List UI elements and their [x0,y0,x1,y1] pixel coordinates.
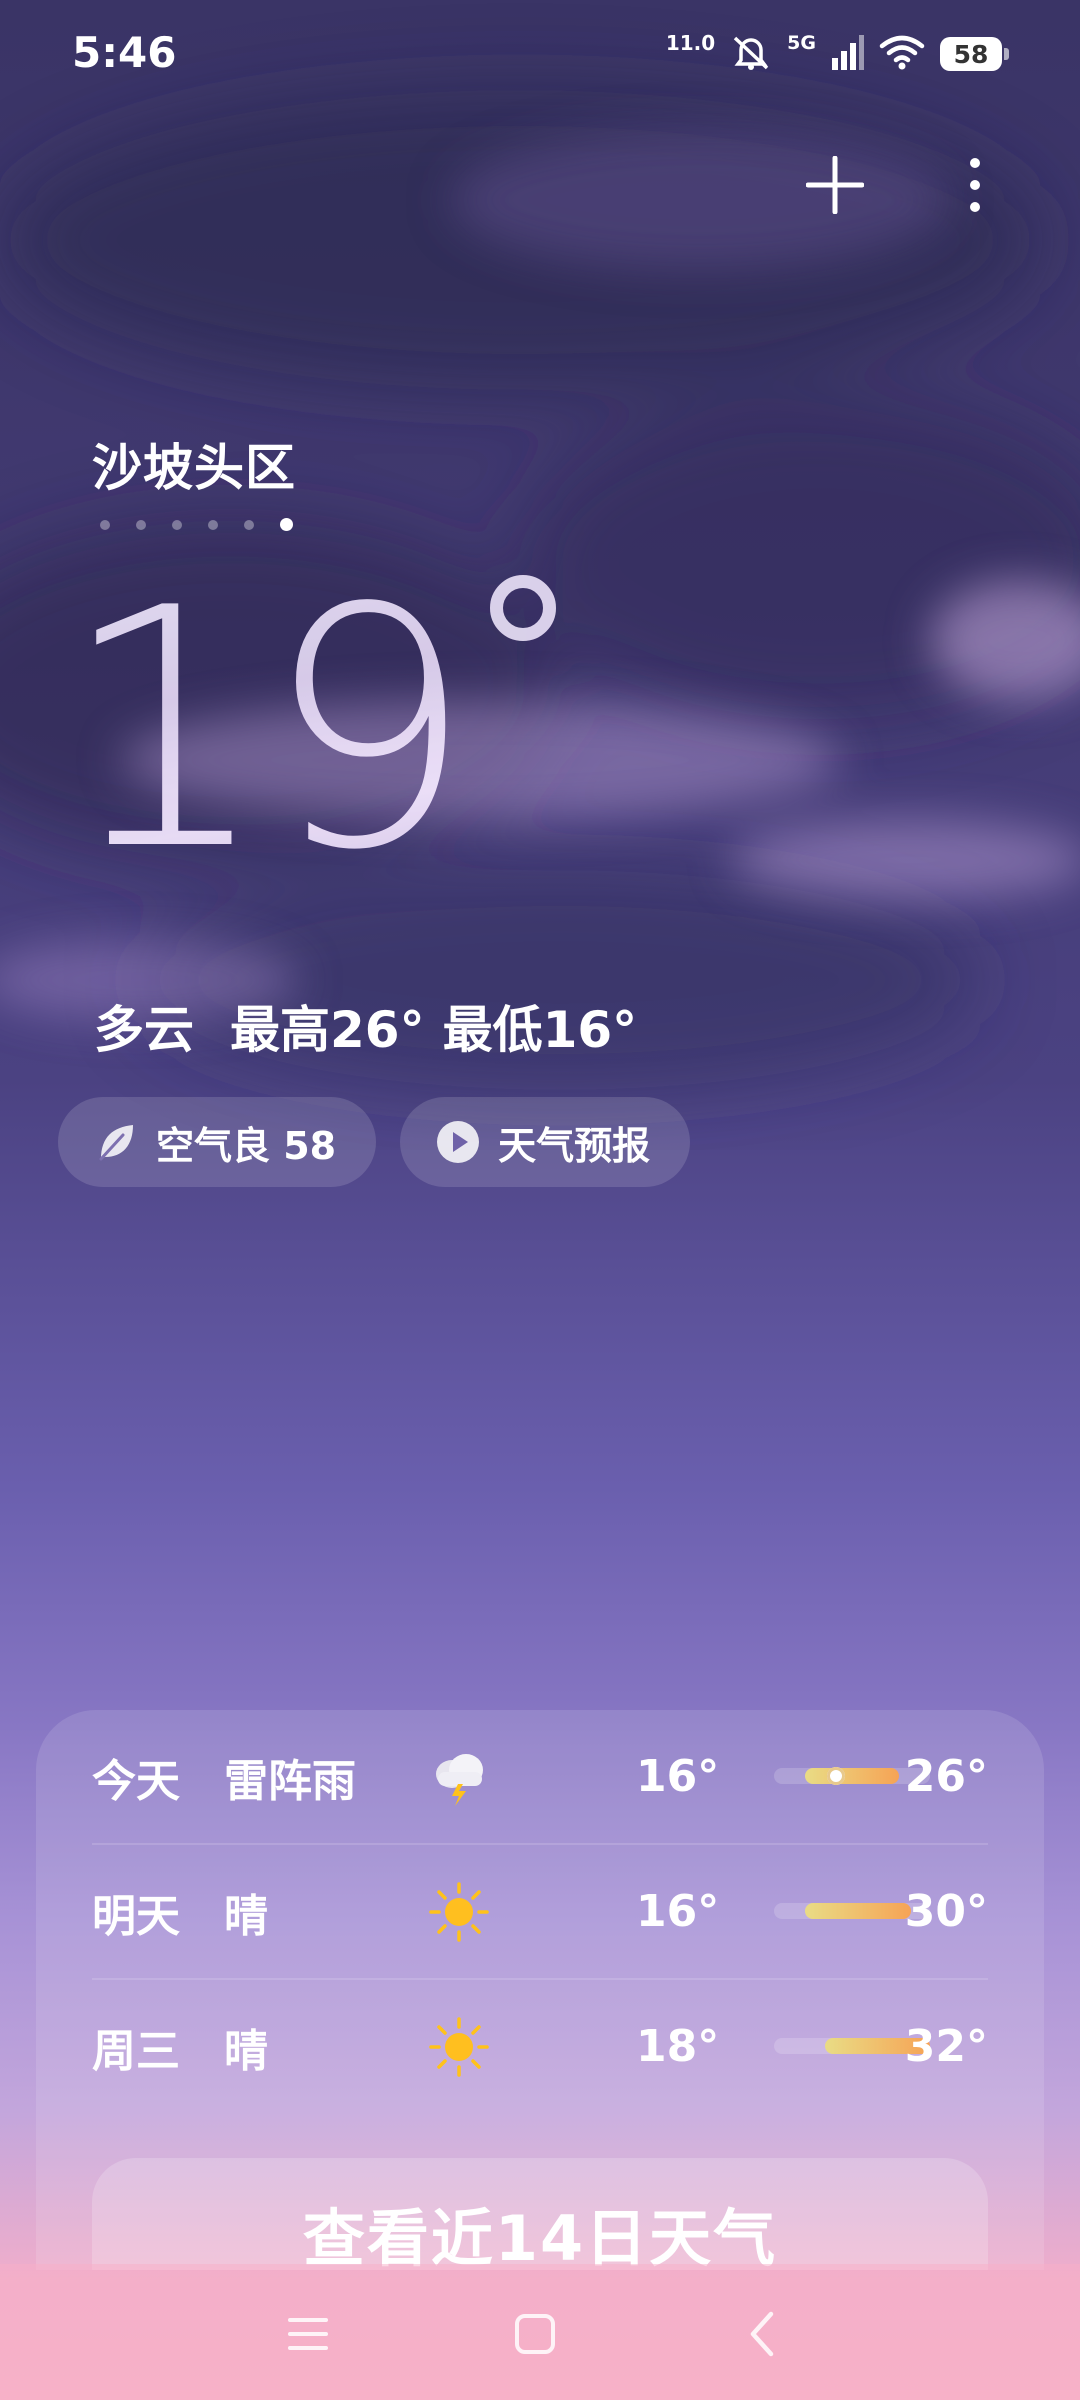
high-temp: 32° [904,2021,988,2072]
temp-range-fill [805,1768,899,1784]
page-dot [244,519,254,530]
view-14-day-forecast-button[interactable]: 查看近14日天气 [92,2158,988,2270]
home-button[interactable] [505,2304,565,2364]
day-label: 明天 [92,1890,180,1942]
page-dot [100,519,110,530]
forecast-row-tomorrow[interactable]: 明天 晴 16° 30° [92,1845,988,1978]
page-dot [280,518,293,531]
forecast-row-today[interactable]: 今天 雷阵雨 16° 26° [92,1710,988,1843]
today-high: 最高26° [230,1001,425,1059]
thunderstorm-icon [424,1742,494,1812]
leaf-icon [94,1120,138,1164]
daily-forecast-card: 今天 雷阵雨 16° 26° 明天 晴 16° 30° 周三 晴 18° 32°… [36,1710,1044,2270]
back-chevron-icon [750,2311,774,2357]
menu-icon [288,2318,328,2350]
wifi-icon [878,34,926,74]
more-options-button[interactable] [940,150,1010,220]
current-temperature-value: 19 [60,538,474,922]
condition-label: 晴 [224,1890,268,1942]
sun-icon [424,2012,494,2082]
day-label: 今天 [92,1755,180,1807]
current-condition: 多云 [94,1001,194,1059]
low-temp: 16° [636,1751,720,1802]
play-circle-icon [436,1120,480,1164]
view-14-day-forecast-label: 查看近14日天气 [302,2202,778,2270]
more-vertical-icon [970,158,980,212]
page-dot [172,519,182,530]
plus-icon [806,156,864,214]
status-icons: 11.0 5G 58 [665,26,1009,82]
sun-icon [424,1877,494,1947]
condition-label: 晴 [224,2025,268,2077]
page-dot [208,519,218,530]
mute-bell-icon [729,32,773,76]
home-square-icon [515,2314,555,2354]
signal-icon [830,34,864,74]
page-dot [136,519,146,530]
back-button[interactable] [733,2304,793,2364]
location-name[interactable]: 沙坡头区 [92,428,296,500]
network-type: 5G [787,32,816,54]
network-speed: 11.0 [665,31,716,55]
weather-forecast-label: 天气预报 [498,1123,651,1168]
info-chips: 空气良 58 天气预报 [58,1097,691,1187]
degree-symbol [490,575,556,641]
low-temp: 18° [636,2021,720,2072]
forecast-row-day3[interactable]: 周三 晴 18° 32° [92,1980,988,2113]
city-page-indicator [100,518,293,531]
add-city-button[interactable] [800,150,870,220]
air-quality-chip[interactable]: 空气良 58 [58,1097,377,1187]
condition-label: 雷阵雨 [224,1755,356,1807]
status-bar: 5:46 11.0 5G 58 [0,0,1080,110]
high-temp: 26° [904,1751,988,1802]
day-label: 周三 [92,2025,180,2077]
temp-range-fill [805,1903,912,1919]
air-quality-label: 空气良 58 [156,1123,337,1168]
high-temp: 30° [904,1886,988,1937]
recent-apps-button[interactable] [278,2304,338,2364]
system-navigation-bar [0,2264,1080,2400]
weather-summary: 多云 最高26° 最低16° [94,990,637,1062]
today-low: 最低16° [442,1001,638,1059]
weather-forecast-chip[interactable]: 天气预报 [400,1097,691,1187]
low-temp: 16° [636,1886,720,1937]
battery-icon: 58 [940,37,1009,71]
status-time: 5:46 [72,28,177,77]
